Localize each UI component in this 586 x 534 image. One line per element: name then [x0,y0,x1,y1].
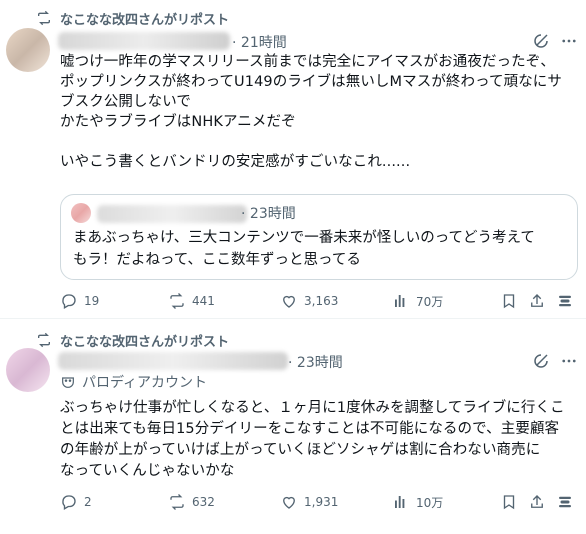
share-icon [531,294,543,307]
bookmark-button[interactable] [500,492,524,512]
quote-line: まあぶっちゃけ、三大コンテンツで一番未来が怪しいのってどう考えて [73,230,535,246]
quote-text: まあぶっちゃけ、三大コンテンツで一番未来が怪しいのってどう考えて もラ！だよねっ… [73,227,573,271]
repost-count: 441 [192,294,215,308]
heart-icon [283,496,295,509]
reply-button[interactable]: 2 [60,492,92,512]
grok-icon [559,295,571,307]
action-bar: 19 441 3,163 70万 [60,291,586,311]
like-button[interactable]: 1,931 [280,492,338,512]
parody-label: パロディアカウント [60,372,207,392]
quote-line: もラ！だよねって、ここ数年ずっと思ってる [73,252,361,268]
reply-icon [62,495,76,510]
grok-action-button[interactable] [556,492,580,512]
views-count: 10万 [416,495,444,510]
repost-button[interactable]: 632 [168,492,215,512]
reply-count: 2 [84,495,92,509]
reply-count: 19 [84,294,100,308]
like-count: 1,931 [304,495,339,509]
post-text: ぶっちゃけ仕事が忙しくなると、１ヶ月に1度休みを調整してライブに行くこ とは出来… [60,398,580,482]
repost-icon [38,332,50,348]
post-divider [0,318,586,319]
action-bar: 2 632 1,931 10万 [60,492,586,512]
avatar[interactable] [6,348,50,392]
repost-button[interactable]: 441 [168,291,215,311]
bookmark-icon [503,495,515,510]
repost-count: 632 [192,495,215,509]
share-icon [531,495,543,508]
post-line: の年齢が上がっていけば上がっていくほどソシャゲは割に合わない商売に [60,442,541,458]
grok-action-button[interactable] [556,291,580,311]
grok-icon[interactable] [532,352,550,370]
author-name-blurred[interactable] [58,352,288,370]
parody-mask-icon [62,377,74,388]
bookmark-icon [503,294,515,309]
views-button[interactable]: 70万 [392,291,443,311]
post-2[interactable]: なこなな改四さんがリポスト · 23時間 パロディアカウント ぶっちゃけ仕事が忙… [0,0,586,510]
post-time[interactable]: · 23時間 [288,352,343,372]
repost-icon [170,293,184,309]
reply-icon [62,294,76,309]
like-button[interactable]: 3,163 [280,291,338,311]
parody-text: パロディアカウント [82,375,208,391]
views-count: 70万 [416,294,444,309]
like-count: 3,163 [304,294,339,308]
repost-context[interactable]: なこなな改四さんがリポスト [36,330,229,350]
repost-icon [170,494,184,510]
views-button[interactable]: 10万 [392,492,443,512]
share-button[interactable] [528,492,552,512]
heart-icon [283,295,295,308]
post-line: ぶっちゃけ仕事が忙しくなると、１ヶ月に1度休みを調整してライブに行くこ [60,400,565,416]
reply-button[interactable]: 19 [60,291,99,311]
share-button[interactable] [528,291,552,311]
views-icon [395,496,405,508]
repost-label: なこなな改四さんがリポスト [60,334,230,350]
grok-icon [559,496,571,508]
more-icon[interactable] [560,352,578,370]
post-line: とは出来ても毎日15分デイリーをこなすことは不可能になるので、主要顧客 [60,421,560,437]
post-line: なっていくんじゃないかな [60,463,235,479]
bookmark-button[interactable] [500,291,524,311]
views-icon [395,295,405,307]
